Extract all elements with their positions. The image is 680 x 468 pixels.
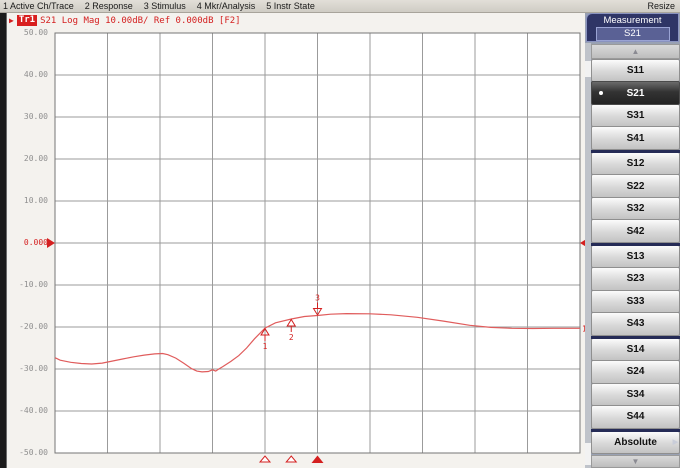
marker-number: 3 [315, 293, 320, 302]
sidebar-button-s43[interactable]: S43 [591, 312, 680, 335]
y-axis-label: 40.00 [6, 70, 48, 80]
sidebar-button-label: S24 [627, 366, 645, 377]
measurement-sidebar: Measurement S21 ▲ S11S21S31S41S12S22S32S… [585, 13, 680, 468]
trace-status-line: ▶ Tr1 S21 Log Mag 10.00dB/ Ref 0.000dB [… [9, 15, 241, 26]
sidebar-button-s13[interactable]: S13 [591, 245, 680, 268]
grid-lines [55, 33, 580, 453]
sidebar-button-s12[interactable]: S12 [591, 152, 680, 175]
marker-readout-row: 2 2.4500000 GHz -18.087 dB [60, 44, 203, 54]
sidebar-selected-value: S21 [596, 27, 670, 41]
selected-bullet-icon [599, 91, 603, 95]
sidebar-button-label: S31 [627, 110, 645, 121]
active-trace-arrow-icon: ▶ [9, 16, 14, 25]
marker-readout-table: 1 2.4000000 GHz -20.251 dB 2 2.4500000 G… [60, 34, 203, 64]
sidebar-button-s34[interactable]: S34 [591, 383, 680, 406]
sidebar-button-s32[interactable]: S32 [591, 197, 680, 220]
y-axis-label: -30.00 [6, 364, 48, 374]
sidebar-button-s24[interactable]: S24 [591, 360, 680, 383]
sidebar-button-label: S22 [627, 181, 645, 192]
y-axis-label: -10.00 [6, 280, 48, 290]
sidebar-button-s44[interactable]: S44 [591, 405, 680, 428]
stimulus-marker-active[interactable] [312, 456, 324, 464]
resize-button[interactable]: Resize [647, 1, 675, 11]
stimulus-marker[interactable] [286, 456, 296, 462]
menu-item-3[interactable]: 3 Stimulus [144, 1, 186, 11]
y-axis-label: 0.000 [6, 238, 48, 248]
sidebar-button-label: S23 [627, 273, 645, 284]
grid-border [55, 33, 580, 453]
marker-number: 1 [263, 342, 268, 351]
marker-glyph-active[interactable] [314, 308, 322, 315]
scroll-down-button[interactable]: ▼ [591, 455, 680, 468]
sidebar-separator [591, 429, 680, 432]
y-axis-label: -40.00 [6, 406, 48, 416]
graticule-background [55, 33, 580, 453]
sidebar-button-s31[interactable]: S31 [591, 104, 680, 127]
submenu-arrow-icon: ▶ [673, 438, 678, 446]
menu-bar: 1 Active Ch/Trace 2 Response 3 Stimulus 4 M… [0, 0, 680, 13]
sidebar-button-label: S11 [627, 65, 644, 76]
sidebar-button-s33[interactable]: S33 [591, 290, 680, 313]
sidebar-separator [591, 336, 680, 339]
marker-glyph[interactable] [287, 319, 295, 326]
y-axis-label: 50.00 [6, 28, 48, 38]
sidebar-button-label: S33 [627, 296, 645, 307]
sidebar-button-s22[interactable]: S22 [591, 174, 680, 197]
sidebar-button-label: S44 [627, 411, 645, 422]
menu-item-2[interactable]: 2 Response [85, 1, 133, 11]
sidebar-button-label: S32 [627, 203, 645, 214]
sidebar-button-s23[interactable]: S23 [591, 267, 680, 290]
sidebar-button-s14[interactable]: S14 [591, 338, 680, 361]
marker-readout-row: >3 2.5000000 GHz -17.257 dB [60, 54, 203, 64]
y-axis-label: 20.00 [6, 154, 48, 164]
sidebar-button-s41[interactable]: S41 [591, 126, 680, 149]
marker-glyph[interactable] [261, 329, 269, 336]
ref-level-arrow-left[interactable] [47, 238, 55, 248]
sidebar-button-label: S13 [627, 251, 645, 262]
sidebar-button-s21[interactable]: S21 [591, 81, 680, 104]
plot-area: 1123 [0, 0, 680, 468]
menu-item-5[interactable]: 5 Instr State [266, 1, 315, 11]
trace-badge[interactable]: Tr1 [17, 15, 37, 26]
marker-readout-row: 1 2.4000000 GHz -20.251 dB [60, 34, 203, 44]
sidebar-button-label: S42 [627, 226, 645, 237]
marker-number: 2 [289, 333, 294, 342]
sidebar-button-label: S41 [627, 133, 645, 144]
trace-settings-text[interactable]: S21 Log Mag 10.00dB/ Ref 0.000dB [F2] [40, 16, 240, 26]
sidebar-title: Measurement [587, 14, 678, 27]
sidebar-header: Measurement S21 [586, 13, 679, 42]
y-axis-label: 30.00 [6, 112, 48, 122]
sidebar-button-label: S34 [627, 389, 645, 400]
menu-item-1[interactable]: 1 Active Ch/Trace [3, 1, 74, 11]
sidebar-button-s42[interactable]: S42 [591, 219, 680, 242]
sidebar-button-label: S43 [627, 318, 645, 329]
sidebar-button-label: Absolute [614, 437, 657, 448]
sidebar-button-list: S11 S21 S31 S41 S12 S22 S32 S42 S13 S23 S33 S43 S14 S… [591, 60, 680, 454]
sidebar-button-label: S12 [627, 158, 645, 169]
sidebar-button-absolute[interactable]: Absolute ▶ [591, 431, 680, 454]
sidebar-separator [591, 150, 680, 153]
sidebar-separator [591, 243, 680, 246]
y-axis-label: -20.00 [6, 322, 48, 332]
vna-screen: 1 Active Ch/Trace 2 Response 3 Stimulus 4 M… [0, 0, 680, 468]
trace-tr1 [55, 314, 580, 372]
sidebar-button-s11[interactable]: S11 [591, 59, 680, 82]
y-axis-label: 10.00 [6, 196, 48, 206]
sidebar-button-label: S21 [627, 88, 645, 99]
y-axis-label: -50.00 [6, 448, 48, 458]
menu-item-4[interactable]: 4 Mkr/Analysis [197, 1, 256, 11]
stimulus-marker[interactable] [260, 456, 270, 462]
sidebar-button-label: S14 [627, 344, 645, 355]
scroll-up-button[interactable]: ▲ [591, 44, 680, 59]
